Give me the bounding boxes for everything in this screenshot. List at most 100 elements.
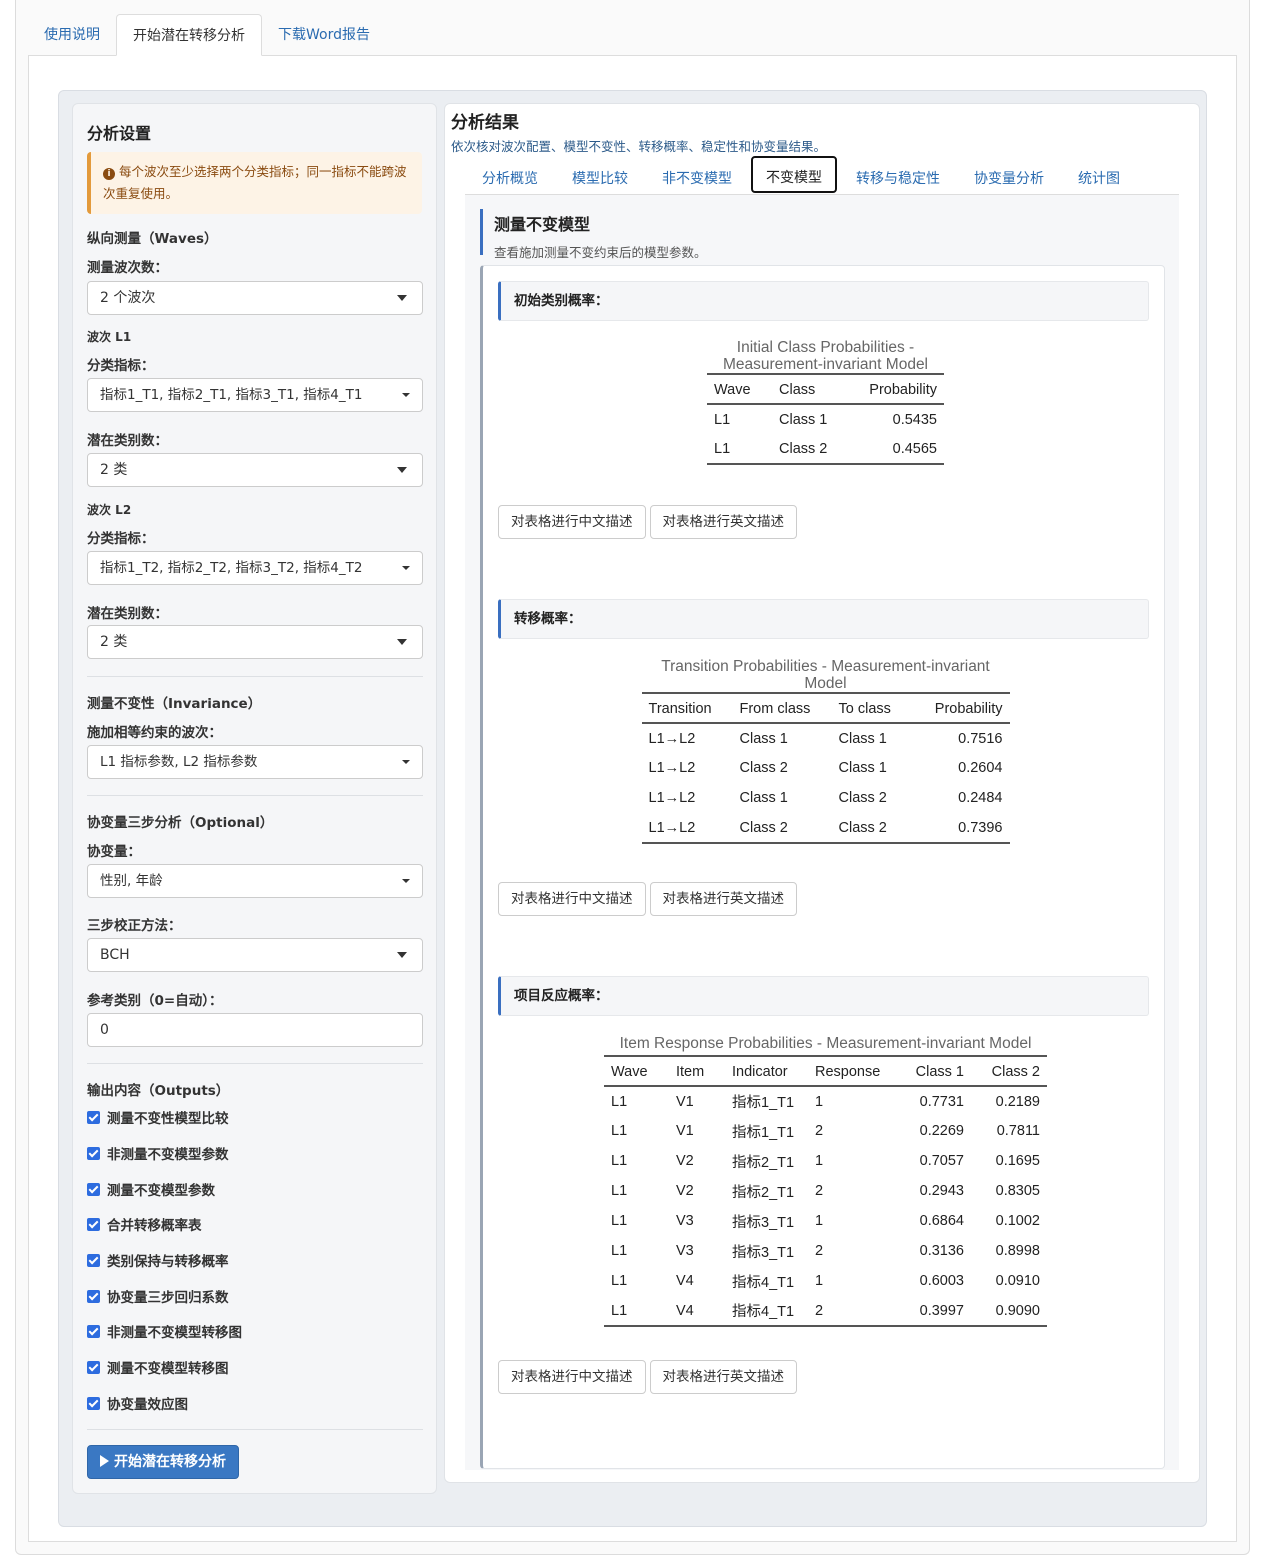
wave2-indicators-select[interactable]: 指标1_T2, 指标2_T2, 指标3_T2, 指标4_T2: [87, 551, 423, 585]
section-subtitle: 查看施加测量不变约束后的模型参数。: [494, 245, 707, 260]
table-row: L1 V2 指标2_T1 1 0.7057 0.1695: [611, 1153, 1040, 1171]
column-header: Indicator: [725, 1055, 808, 1087]
covariate-header: 协变量三步分析（Optional）: [87, 815, 274, 831]
warning-alert: i 每个波次至少选择两个分类指标；同一指标不能跨波次重复使用。: [87, 152, 422, 214]
transition-probs-caption: 转移概率：: [498, 599, 1149, 639]
chevron-down-icon: [397, 295, 407, 301]
tab-model-comparison[interactable]: 模型比较: [572, 168, 628, 188]
wave1-classes-select[interactable]: 2 类: [87, 453, 423, 487]
chevron-down-icon: [402, 566, 410, 570]
checkbox-checked-icon: [87, 1217, 100, 1231]
output-checkbox[interactable]: 协变量效应图: [87, 1393, 188, 1413]
initial-probs-caption: 初始类别概率：: [498, 281, 1149, 321]
play-icon: [100, 1455, 109, 1467]
tab-overview[interactable]: 分析概览: [482, 168, 538, 188]
column-header: Transition: [641, 692, 733, 724]
output-checkbox[interactable]: 非测量不变模型参数: [87, 1143, 229, 1163]
wave2-label: 波次 L2: [87, 503, 132, 517]
chevron-down-icon: [397, 952, 407, 958]
tab-noninvariant-model[interactable]: 非不变模型: [662, 168, 732, 188]
describe-en-button[interactable]: 对表格进行英文描述: [649, 882, 797, 916]
covariate-select[interactable]: 性别, 年龄: [87, 864, 423, 898]
divider: [87, 1429, 423, 1430]
tab-covariate-analysis[interactable]: 协变量分析: [974, 168, 1044, 188]
waves-header: 纵向测量（Waves）: [87, 231, 218, 247]
info-icon: i: [103, 168, 115, 180]
item-probs-title: Item Response Probabilities - Measuremen…: [619, 1035, 1032, 1052]
item-probs-table-wrap: Item Response Probabilities - Measuremen…: [483, 1035, 1168, 1327]
section-header: 测量不变模型 查看施加测量不变约束后的模型参数。: [480, 209, 707, 260]
settings-sidebar: 分析设置 i 每个波次至少选择两个分类指标；同一指标不能跨波次重复使用。 纵向测量…: [72, 103, 437, 1494]
column-header: Class 1: [895, 1055, 971, 1087]
table-row: L1 V4 指标4_T1 2 0.3997 0.9090: [604, 1296, 1047, 1327]
output-checkbox[interactable]: 测量不变性模型比较: [87, 1107, 229, 1127]
wave2-classes-select[interactable]: 2 类: [87, 625, 423, 659]
initial-probs-table-wrap: Initial Class Probabilities - Measuremen…: [483, 339, 1168, 465]
invariance-header: 测量不变性（Invariance）: [87, 696, 262, 712]
table-row: L1→L2 Class 1 Class 1 0.7516: [648, 730, 1003, 747]
divider: [87, 676, 423, 677]
results-panel: 分析结果 依次核对波次配置、模型不变性、转移概率、稳定性和协变量结果。 分析概览…: [444, 103, 1200, 1483]
tab-content: 测量不变模型 查看施加测量不变约束后的模型参数。 初始类别概率： Initial…: [465, 195, 1179, 1470]
checkbox-checked-icon: [87, 1182, 100, 1196]
checkbox-checked-icon: [87, 1360, 100, 1374]
method-select[interactable]: BCH: [87, 938, 423, 972]
table-row: L1→L2 Class 2 Class 2 0.7396: [641, 813, 1010, 844]
output-checkbox[interactable]: 非测量不变模型转移图: [87, 1321, 242, 1341]
tab-download-word[interactable]: 下载Word报告: [262, 14, 386, 56]
checkbox-checked-icon: [87, 1146, 100, 1160]
column-header: To class: [831, 692, 916, 724]
describe-buttons: 对表格进行中文描述 对表格进行英文描述: [498, 505, 797, 539]
invariance-select[interactable]: L1 指标参数, L2 指标参数: [87, 745, 423, 779]
results-subtitle: 依次核对波次配置、模型不变性、转移概率、稳定性和协变量结果。: [451, 139, 827, 154]
covariate-label: 协变量：: [87, 844, 141, 860]
describe-cn-button[interactable]: 对表格进行中文描述: [498, 1360, 646, 1394]
describe-en-button[interactable]: 对表格进行英文描述: [649, 1360, 797, 1394]
wave2-classes-label: 潜在类别数：: [87, 606, 168, 622]
run-analysis-button[interactable]: 开始潜在转移分析: [87, 1445, 239, 1479]
wave1-indicators-select[interactable]: 指标1_T1, 指标2_T1, 指标3_T1, 指标4_T1: [87, 378, 423, 412]
results-title: 分析结果: [451, 113, 519, 133]
output-checkbox[interactable]: 测量不变模型参数: [87, 1179, 215, 1199]
checkbox-checked-icon: [87, 1289, 100, 1303]
transition-probs-table-wrap: Transition Probabilities - Measurement-i…: [483, 658, 1168, 844]
output-checkbox[interactable]: 协变量三步回归系数: [87, 1286, 229, 1306]
divider: [87, 1063, 423, 1064]
output-checkbox[interactable]: 合并转移概率表: [87, 1214, 202, 1234]
output-checkbox[interactable]: 测量不变模型转移图: [87, 1357, 229, 1377]
transition-probs-table: Transition From class To class Probabili…: [641, 692, 1010, 844]
tab-invariant-model[interactable]: 不变模型: [751, 156, 837, 193]
ref-class-input[interactable]: 0: [87, 1013, 423, 1047]
tab-plots[interactable]: 统计图: [1078, 168, 1120, 188]
checkbox-checked-icon: [87, 1110, 100, 1124]
num-waves-select[interactable]: 2 个波次: [87, 281, 423, 315]
initial-probs-table: Wave Class Probability L1 Class 1 0.5435 L…: [707, 373, 944, 465]
tab-instructions[interactable]: 使用说明: [28, 14, 116, 56]
table-row: L1 V2 指标2_T1 2 0.2943 0.8305: [611, 1183, 1040, 1201]
chevron-down-icon: [397, 467, 407, 473]
chevron-down-icon: [402, 760, 410, 764]
table-row: L1 V1 指标1_T1 2 0.2269 0.7811: [611, 1123, 1040, 1141]
chevron-down-icon: [402, 879, 410, 883]
num-waves-label: 测量波次数：: [87, 260, 168, 276]
output-checkbox[interactable]: 类别保持与转移概率: [87, 1250, 229, 1270]
wave1-indicators-label: 分类指标：: [87, 358, 155, 374]
outputs-header: 输出内容（Outputs）: [87, 1083, 230, 1099]
table-row: L1 Class 2 0.4565: [707, 434, 944, 465]
initial-probs-title: Initial Class Probabilities - Measuremen…: [722, 339, 929, 373]
tab-transition-stability[interactable]: 转移与稳定性: [856, 168, 940, 188]
describe-cn-button[interactable]: 对表格进行中文描述: [498, 505, 646, 539]
describe-buttons: 对表格进行中文描述 对表格进行英文描述: [498, 882, 797, 916]
tab-start-analysis[interactable]: 开始潜在转移分析: [116, 14, 262, 56]
results-tab-bar: 分析概览 模型比较 非不变模型 不变模型 转移与稳定性 协变量分析 统计图: [465, 154, 1179, 195]
sidebar-title: 分析设置: [87, 124, 152, 143]
column-header: Item: [669, 1055, 725, 1087]
describe-en-button[interactable]: 对表格进行英文描述: [649, 505, 797, 539]
section-title: 测量不变模型: [494, 215, 591, 234]
wave1-label: 波次 L1: [87, 330, 132, 344]
table-row: L1 V1 指标1_T1 1 0.7731 0.2189: [611, 1093, 1040, 1112]
alert-text: 每个波次至少选择两个分类指标；同一指标不能跨波次重复使用。: [103, 164, 407, 201]
describe-cn-button[interactable]: 对表格进行中文描述: [498, 882, 646, 916]
chevron-down-icon: [397, 639, 407, 645]
table-row: L1 V3 指标3_T1 1 0.6864 0.1002: [611, 1213, 1040, 1231]
